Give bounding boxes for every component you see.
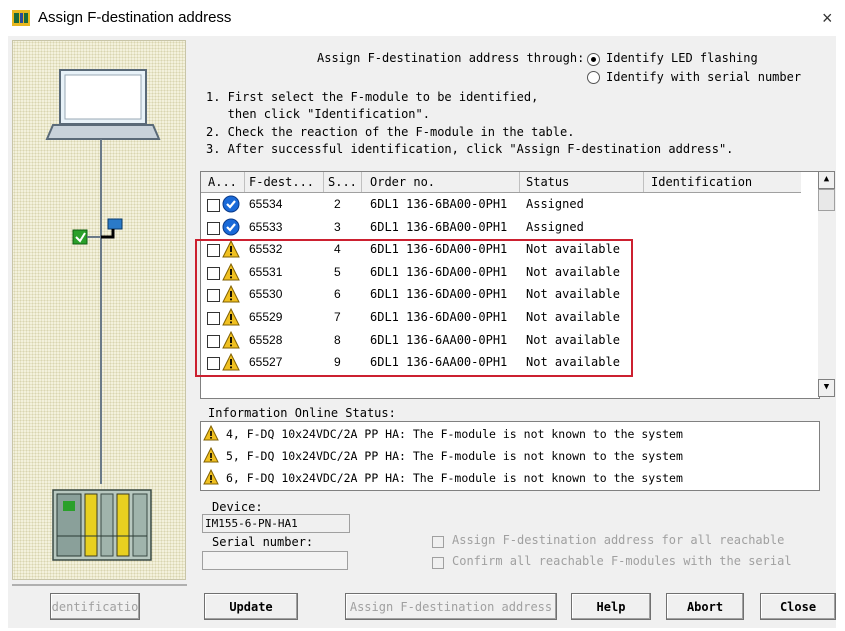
col-header-order[interactable]: Order no. <box>370 175 435 189</box>
assign-address-button[interactable]: Assign F-destination address <box>345 593 557 620</box>
warning-icon <box>203 446 219 463</box>
cell-slot: 2 <box>334 197 341 211</box>
highlight-box <box>195 239 633 377</box>
blue-check-icon <box>222 195 240 213</box>
laptop-icon <box>45 69 161 140</box>
module-icon <box>12 10 30 26</box>
assign-through-label: Assign F-destination address through: <box>317 51 585 65</box>
info-message: 5, F-DQ 10x24VDC/2A PP HA: The F-module … <box>203 446 683 469</box>
cell-fdest: 65534 <box>249 197 283 211</box>
info-message-text: 4, F-DQ 10x24VDC/2A PP HA: The F-module … <box>225 427 683 441</box>
radio-serial-number[interactable] <box>587 71 600 84</box>
warning-icon <box>203 468 219 485</box>
instruction-3: 3. After successful identification, clic… <box>206 142 734 156</box>
dialog-title: Assign F-destination address <box>38 9 232 26</box>
cell-order: 6DL1 136-6BA00-0PH1 <box>370 219 508 234</box>
table-header: A... F-dest... S... Order no. Status Ide… <box>201 172 801 193</box>
cell-status: Assigned <box>526 197 584 211</box>
radio-serial-number-label[interactable]: Identify with serial number <box>606 70 801 84</box>
cell-fdest: 65533 <box>249 219 283 234</box>
info-message-text: 5, F-DQ 10x24VDC/2A PP HA: The F-module … <box>225 449 683 463</box>
abort-button[interactable]: Abort <box>666 593 744 620</box>
close-icon[interactable]: × <box>822 8 833 29</box>
assign-all-checkbox[interactable] <box>432 536 444 548</box>
network-switch-icon <box>72 218 123 245</box>
device-label: Device: <box>212 500 263 514</box>
serial-number-field[interactable] <box>202 551 348 570</box>
serial-number-label: Serial number: <box>212 535 314 549</box>
identification-button[interactable]: dentificatio <box>50 593 140 620</box>
radio-led-flashing-label[interactable]: Identify LED flashing <box>606 51 758 65</box>
warning-icon <box>203 424 219 441</box>
row-checkbox[interactable] <box>207 199 220 212</box>
col-header-fdest[interactable]: F-dest... <box>249 175 314 189</box>
instruction-2: 2. Check the reaction of the F-module in… <box>206 125 575 139</box>
update-button[interactable]: Update <box>204 593 298 620</box>
row-checkbox[interactable] <box>207 221 220 235</box>
info-message-text: 6, F-DQ 10x24VDC/2A PP HA: The F-module … <box>225 471 683 485</box>
plc-rack-icon <box>52 489 152 561</box>
table-row[interactable]: 65534 2 6DL1 136-6BA00-0PH1 Assigned <box>201 193 801 216</box>
scroll-thumb[interactable] <box>818 189 835 211</box>
network-illustration <box>12 40 186 580</box>
device-field: IM155-6-PN-HA1 <box>202 514 350 533</box>
scroll-down-icon[interactable]: ▼ <box>818 379 835 397</box>
info-message: 6, F-DQ 10x24VDC/2A PP HA: The F-module … <box>203 468 683 490</box>
help-button[interactable]: Help <box>571 593 651 620</box>
info-status-list: 4, F-DQ 10x24VDC/2A PP HA: The F-module … <box>200 421 820 491</box>
table-scrollbar[interactable]: ▲ ▼ <box>818 171 835 397</box>
cell-slot: 3 <box>334 219 341 234</box>
close-button[interactable]: Close <box>760 593 836 620</box>
col-header-slot[interactable]: S... <box>328 175 357 189</box>
cell-order: 6DL1 136-6BA00-0PH1 <box>370 197 508 211</box>
col-header-status[interactable]: Status <box>526 175 569 189</box>
confirm-all-label: Confirm all reachable F-modules with the… <box>452 554 792 568</box>
left-divider <box>12 584 187 586</box>
radio-led-flashing[interactable] <box>587 53 600 66</box>
confirm-all-checkbox[interactable] <box>432 557 444 569</box>
assign-all-label: Assign F-destination address for all rea… <box>452 533 785 547</box>
blue-check-icon <box>222 218 240 236</box>
col-header-identification[interactable]: Identification <box>651 175 752 189</box>
info-status-label: Information Online Status: <box>208 406 396 420</box>
scroll-up-icon[interactable]: ▲ <box>818 171 835 189</box>
instruction-1: 1. First select the F-module to be ident… <box>206 90 539 104</box>
info-message: 4, F-DQ 10x24VDC/2A PP HA: The F-module … <box>203 424 683 447</box>
instruction-1b: then click "Identification". <box>206 107 430 121</box>
cell-status: Assigned <box>526 219 584 234</box>
col-header-a[interactable]: A... <box>208 175 237 189</box>
table-row[interactable]: 65533 3 6DL1 136-6BA00-0PH1 Assigned <box>201 216 801 239</box>
